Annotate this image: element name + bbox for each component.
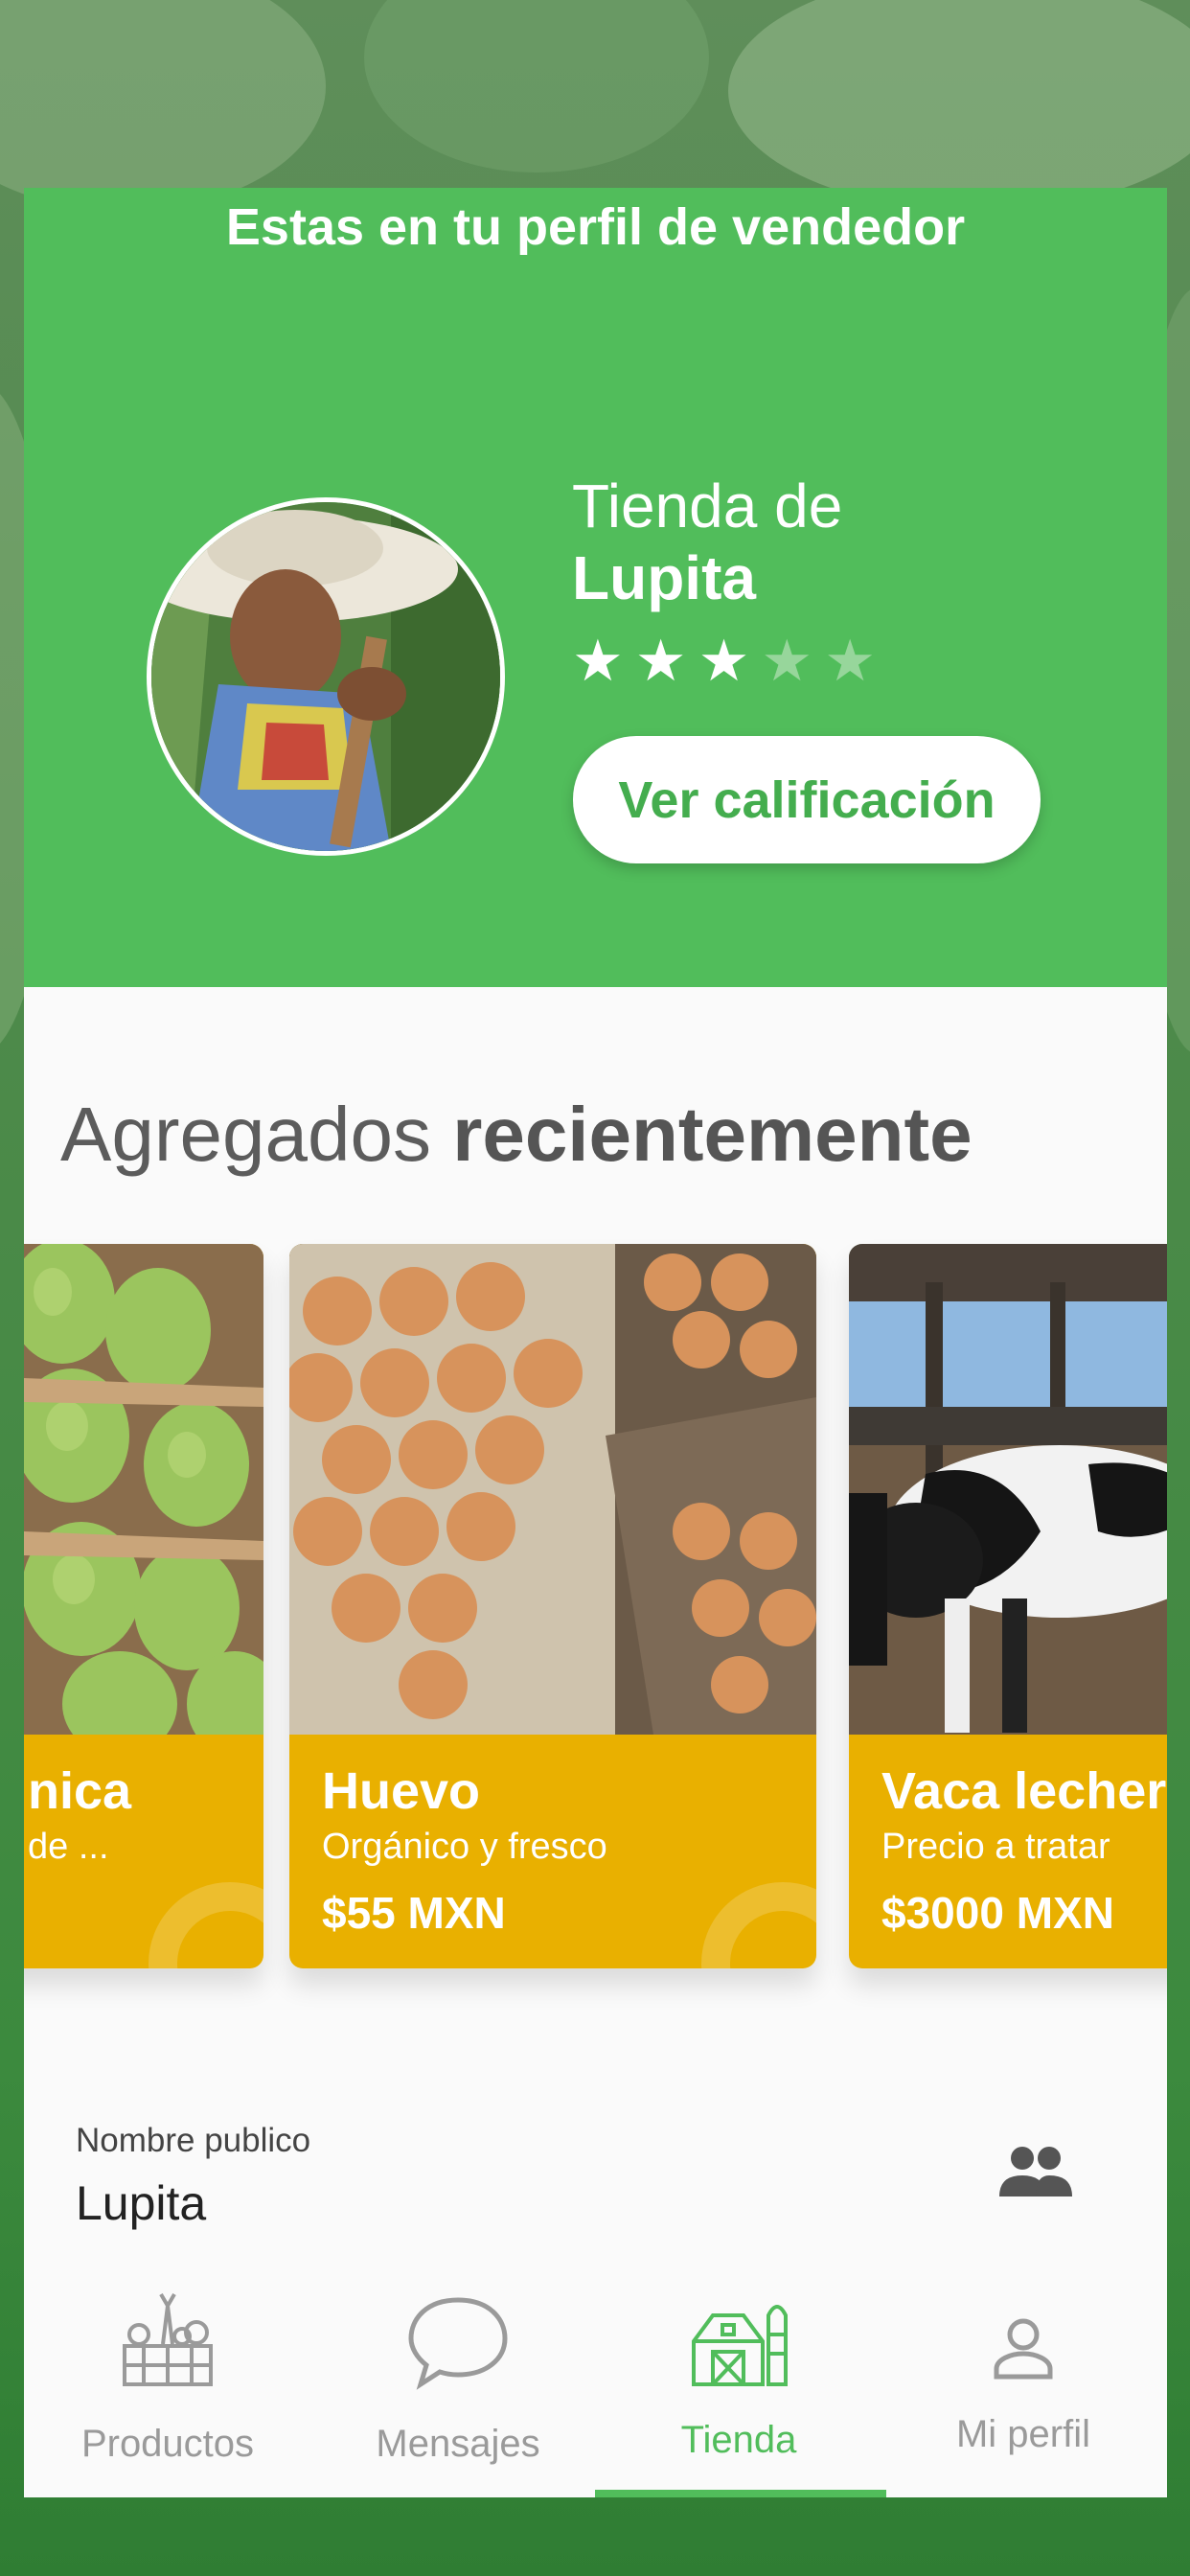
chat-bubble-icon [408, 2297, 508, 2390]
product-image [849, 1244, 1167, 1735]
product-subtitle: de ... [28, 1827, 109, 1867]
vegetable-crate-icon [123, 2292, 213, 2386]
person-icon [994, 2318, 1053, 2380]
star-icon: ★ [572, 629, 624, 693]
seller-header: Estas en tu perfil de vendedor Tienda de… [24, 188, 1167, 987]
seller-profile-screen: Estas en tu perfil de vendedor Tienda de… [24, 188, 1167, 2497]
rating-stars: ★ ★ ★ ★ ★ [572, 631, 876, 692]
tab-label: Mi perfil [955, 2413, 1091, 2455]
recent-section-title: Agregados recientemente [60, 1092, 973, 1177]
tab-productos[interactable]: Productos [24, 2269, 311, 2497]
eggs-photo [289, 1244, 816, 1735]
store-prefix: Tienda de [572, 472, 843, 540]
product-subtitle: Orgánico y fresco [322, 1827, 607, 1867]
card-decoration [149, 1882, 263, 1968]
barn-icon [692, 2305, 788, 2386]
star-icon: ★ [634, 629, 687, 693]
product-image [24, 1244, 263, 1735]
product-subtitle: Precio a tratar [881, 1827, 1110, 1867]
tab-mensajes[interactable]: Mensajes [314, 2269, 602, 2497]
product-card[interactable]: nica de ... [24, 1244, 263, 1968]
tab-mi-perfil[interactable]: Mi perfil [880, 2269, 1167, 2497]
star-empty-icon: ★ [824, 629, 876, 693]
product-name: Huevo [322, 1762, 481, 1820]
tab-label: Tienda [680, 2419, 797, 2461]
banner-title: Estas en tu perfil de vendedor [225, 198, 966, 256]
tab-tienda[interactable]: Tienda [595, 2269, 882, 2497]
product-name: nica [28, 1762, 132, 1820]
active-tab-indicator [595, 2490, 886, 2497]
seller-avatar [147, 497, 505, 856]
product-name: Vaca lecher [881, 1762, 1167, 1820]
bottom-navigation: Productos Mensajes Tienda Mi perfil [24, 2269, 1167, 2497]
product-price: $3000 MXN [881, 1888, 1114, 1938]
cows-photo [849, 1244, 1167, 1735]
product-image [289, 1244, 816, 1735]
view-rating-button[interactable]: Ver calificación [573, 736, 1041, 863]
star-icon: ★ [698, 629, 750, 693]
product-card[interactable]: Vaca lecher Precio a tratar $3000 MXN [849, 1244, 1167, 1968]
public-name-label: Nombre publico [76, 2122, 311, 2159]
star-empty-icon: ★ [761, 629, 813, 693]
tab-label: Productos [80, 2423, 255, 2465]
store-name: Lupita [572, 543, 756, 612]
public-name-value: Lupita [76, 2176, 207, 2230]
product-card[interactable]: Huevo Orgánico y fresco $55 MXN [289, 1244, 816, 1968]
pears-photo [24, 1244, 263, 1735]
people-icon[interactable] [997, 2143, 1074, 2200]
tab-label: Mensajes [376, 2423, 540, 2465]
seller-photo [151, 502, 500, 851]
